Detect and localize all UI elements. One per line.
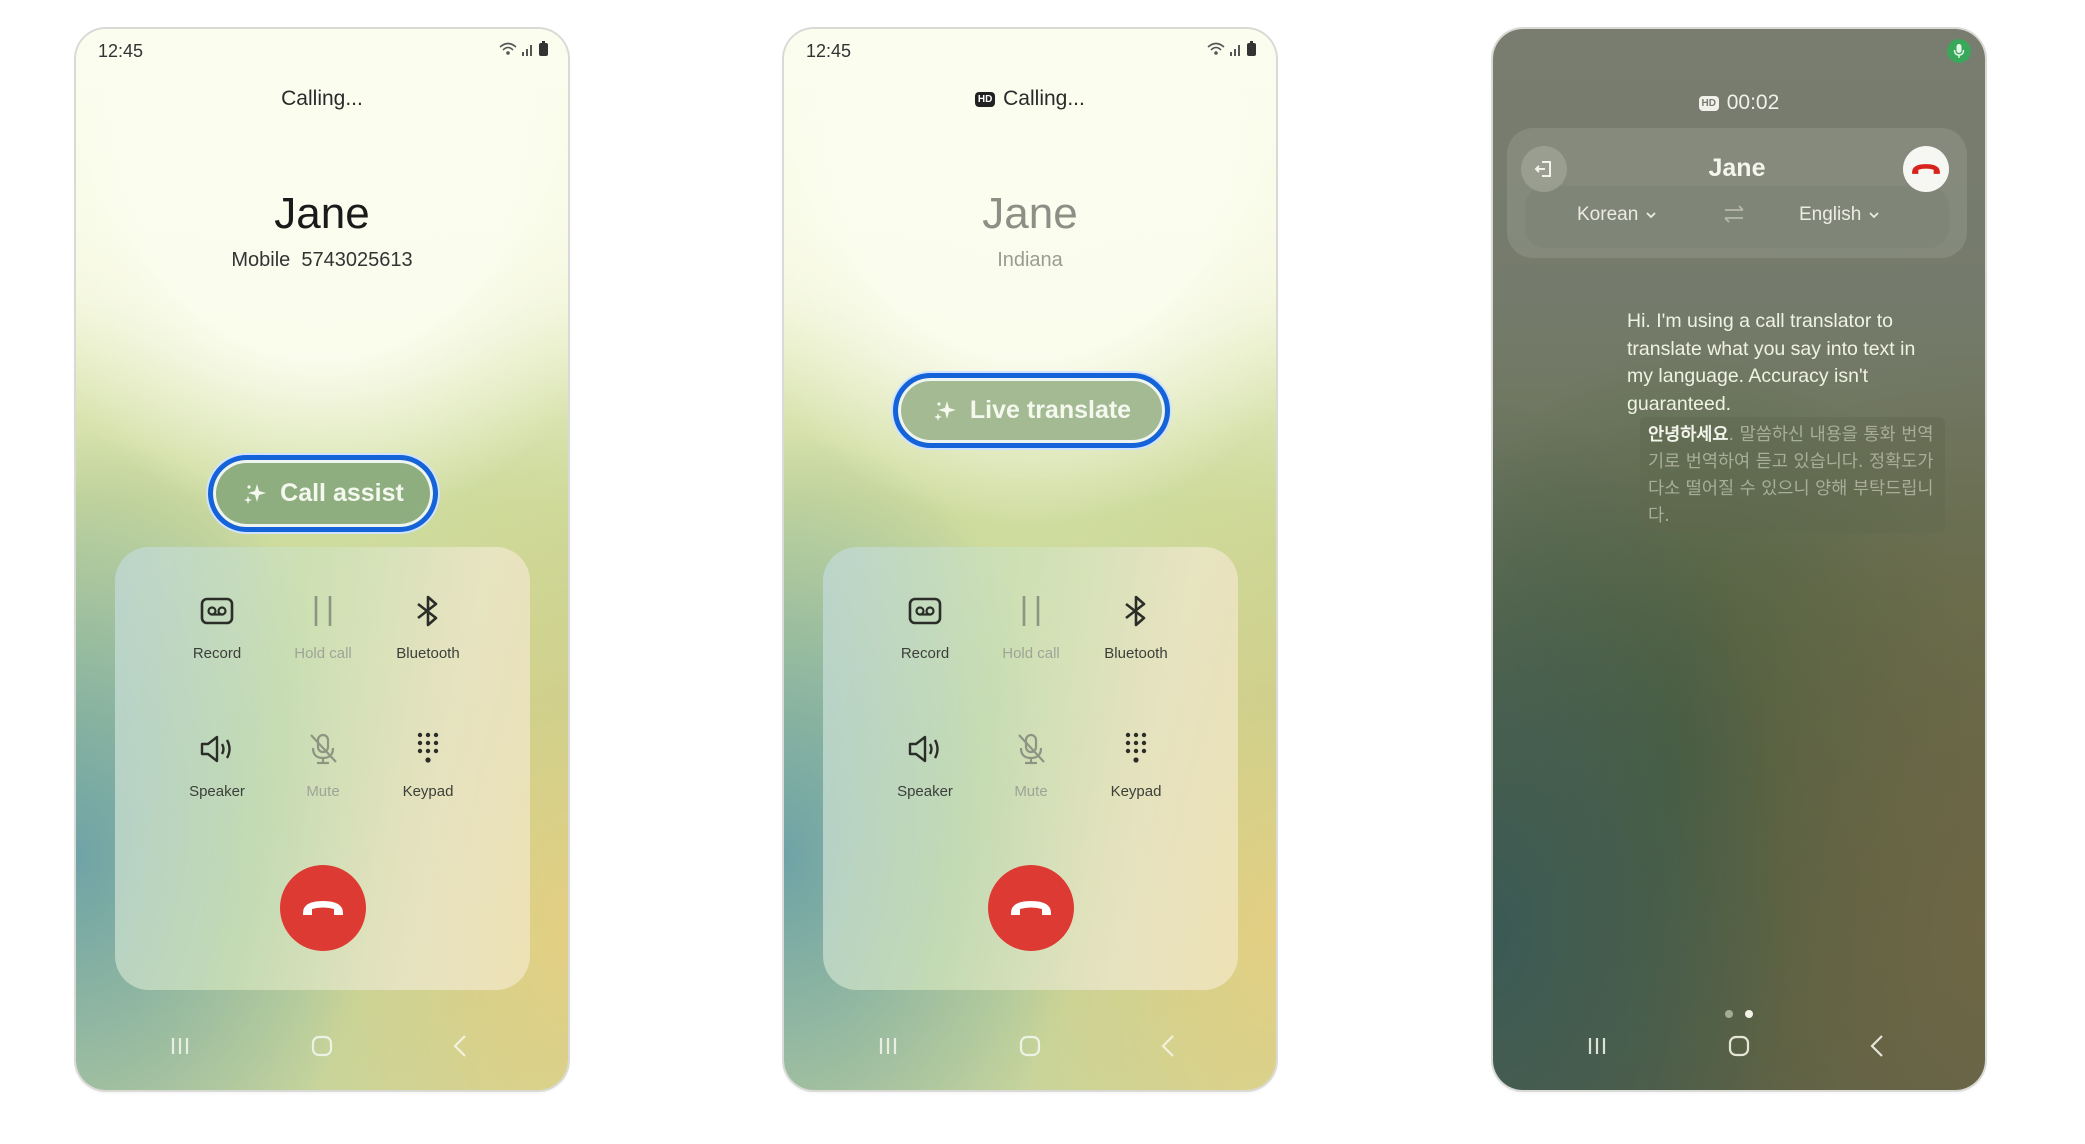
recents-icon <box>171 1038 189 1054</box>
status-icons <box>499 41 548 56</box>
bluetooth-button[interactable]: Bluetooth <box>1076 589 1196 662</box>
mute-button[interactable]: Mute <box>971 727 1091 800</box>
status-time: 12:45 <box>806 41 852 61</box>
bluetooth-icon <box>417 595 438 627</box>
home-button[interactable] <box>302 1026 342 1066</box>
phone-screen-translation-view: HD 00:02 Jane Korean English Hi. I'm usi… <box>1493 29 1985 1090</box>
keypad-icon <box>417 732 439 763</box>
contact-location: Indiana <box>997 249 1063 271</box>
chevron-down-icon <box>1646 211 1656 218</box>
home-icon <box>311 1035 333 1057</box>
wifi-icon <box>1207 42 1225 55</box>
battery-icon <box>1247 41 1256 56</box>
record-icon <box>200 597 234 625</box>
recent-apps-button[interactable] <box>160 1026 200 1066</box>
recent-apps-button[interactable] <box>1577 1026 1617 1066</box>
recent-apps-button[interactable] <box>868 1026 908 1066</box>
pause-icon <box>314 596 332 626</box>
translator-header-panel: Jane Korean English <box>1507 128 1967 258</box>
home-icon <box>1728 1035 1750 1057</box>
speaker-icon <box>908 735 939 763</box>
back-icon <box>1161 1035 1174 1057</box>
signal-icon <box>1230 44 1240 56</box>
back-button[interactable] <box>440 1026 480 1066</box>
call-timer: HD 00:02 <box>1493 91 1985 115</box>
swap-icon <box>1724 205 1744 223</box>
end-call-button[interactable] <box>280 865 366 951</box>
keypad-button[interactable]: Keypad <box>368 727 488 800</box>
recents-icon <box>1588 1038 1606 1054</box>
call-assist-button[interactable]: Call assist <box>208 455 438 532</box>
mic-icon <box>1953 44 1965 58</box>
call-controls-panel: Record Hold call Bluetooth Speaker Mute … <box>823 547 1238 990</box>
home-icon <box>1019 1035 1041 1057</box>
recents-icon <box>879 1038 897 1054</box>
translated-message-korean: 안녕하세요. 말씀하신 내용을 통화 번역기로 번역하여 듣고 있습니다. 정확… <box>1640 417 1945 533</box>
keypad-button[interactable]: Keypad <box>1076 727 1196 800</box>
mic-active-indicator <box>1947 39 1971 63</box>
navigation-bar <box>784 975 1276 1090</box>
home-button[interactable] <box>1010 1026 1050 1066</box>
speaker-button[interactable]: Speaker <box>157 727 277 800</box>
end-call-icon <box>303 901 343 915</box>
chevron-down-icon <box>1869 211 1879 218</box>
contact-name: Jane <box>1708 154 1766 182</box>
end-call-icon <box>1912 164 1940 174</box>
wifi-icon <box>499 42 517 55</box>
hold-call-button[interactable]: Hold call <box>263 589 383 662</box>
back-icon <box>453 1035 466 1057</box>
contact-name: Jane <box>982 189 1078 238</box>
status-icons <box>1207 41 1256 56</box>
call-status: Calling... <box>281 87 363 110</box>
end-call-icon <box>1011 901 1051 915</box>
navigation-bar <box>76 975 568 1090</box>
record-button[interactable]: Record <box>865 589 985 662</box>
speaker-icon <box>200 735 231 763</box>
mic-off-icon <box>1018 733 1045 765</box>
swap-languages-button[interactable] <box>1723 204 1745 229</box>
call-controls-panel: Record Hold call Bluetooth Speaker Mute … <box>115 547 530 990</box>
hd-voice-icon: HD <box>975 91 996 107</box>
hold-call-button[interactable]: Hold call <box>971 589 1091 662</box>
korean-greeting: 안녕하세요 <box>1648 425 1729 445</box>
back-button[interactable] <box>1148 1026 1188 1066</box>
target-language-dropdown[interactable]: English <box>1799 204 1879 226</box>
signal-icon <box>522 44 532 56</box>
navigation-bar <box>1493 975 1985 1090</box>
contact-name: Jane <box>274 189 370 238</box>
sparkle-icon <box>933 400 956 421</box>
contact-number: Mobile 5743025613 <box>231 249 413 271</box>
back-icon <box>1870 1035 1883 1057</box>
phone-screen-live-translate: 12:45 HD Calling... Jane Indiana Live tr… <box>784 29 1276 1090</box>
end-call-button[interactable] <box>988 865 1074 951</box>
mute-button[interactable]: Mute <box>263 727 383 800</box>
live-translate-button[interactable]: Live translate <box>893 373 1170 448</box>
record-button[interactable]: Record <box>157 589 277 662</box>
translated-message-english: Hi. I'm using a call translator to trans… <box>1627 310 1916 415</box>
end-call-button[interactable] <box>1903 146 1949 192</box>
home-button[interactable] <box>1719 1026 1759 1066</box>
bluetooth-button[interactable]: Bluetooth <box>368 589 488 662</box>
record-icon <box>908 597 942 625</box>
keypad-icon <box>1125 732 1147 763</box>
back-button[interactable] <box>1857 1026 1897 1066</box>
phone-screen-call-assist: 12:45 Calling... Jane Mobile 5743025613 … <box>76 29 568 1090</box>
bluetooth-icon <box>1125 595 1146 627</box>
pause-icon <box>1022 596 1040 626</box>
mic-off-icon <box>310 733 337 765</box>
source-language-dropdown[interactable]: Korean <box>1577 204 1656 226</box>
call-status: HD Calling... <box>784 87 1276 111</box>
sparkle-icon <box>244 483 267 504</box>
speaker-button[interactable]: Speaker <box>865 727 985 800</box>
status-time: 12:45 <box>98 41 144 61</box>
hd-voice-icon: HD <box>1698 95 1719 111</box>
battery-icon <box>539 41 548 56</box>
